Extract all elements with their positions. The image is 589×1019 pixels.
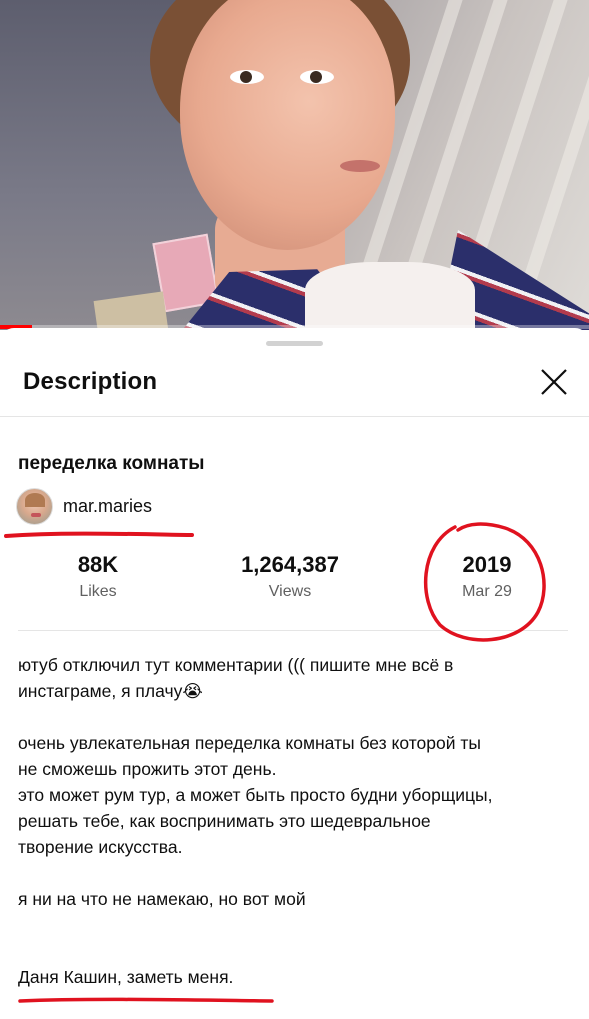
person-face (180, 0, 395, 250)
channel-link[interactable]: mar.maries (16, 488, 152, 525)
description-line: я ни на что не намекаю, но вот мой (18, 889, 306, 909)
description-line: инстаграме, я плачу😭 (18, 681, 203, 701)
description-line: очень увлекательная переделка комнаты бе… (18, 733, 481, 753)
close-button[interactable] (538, 366, 570, 398)
description-line (18, 912, 573, 938)
description-text: ютуб отключил тут комментарии ((( пишите… (18, 652, 573, 990)
description-line: Даня Кашин, заметь меня. (18, 967, 234, 987)
video-title: переделка комнаты (18, 453, 205, 474)
upload-date: Mar 29 (462, 583, 512, 600)
description-line: решать тебе, как воспринимать это шедевр… (18, 811, 431, 831)
description-line: это может рум тур, а может быть просто б… (18, 785, 493, 805)
sheet-title: Description (23, 368, 158, 395)
likes-count: 88K (77, 552, 119, 577)
channel-name[interactable]: mar.maries (63, 496, 152, 517)
description-line (18, 704, 573, 730)
stat-views: 1,264,387 Views (200, 550, 380, 601)
upload-year: 2019 (462, 552, 512, 577)
description-line: не сможешь прожить этот день. (18, 759, 277, 779)
description-line: творение искусства. (18, 837, 183, 857)
stat-likes: 88K Likes (8, 550, 188, 601)
avatar[interactable] (16, 488, 53, 525)
video-player[interactable] (0, 0, 589, 330)
views-count: 1,264,387 (241, 552, 339, 577)
description-line: ютуб отключил тут комментарии ((( пишите… (18, 655, 454, 675)
person-undershirt (305, 262, 475, 330)
close-icon (541, 369, 567, 395)
description-sheet: Description переделка комнаты mar.maries… (0, 328, 589, 1019)
likes-label: Likes (79, 583, 117, 600)
views-label: Views (268, 583, 312, 600)
person-lips (340, 160, 380, 172)
divider (18, 630, 568, 631)
description-line (18, 938, 573, 964)
description-line (18, 860, 573, 886)
stat-date: 2019 Mar 29 (397, 550, 577, 601)
video-stats: 88K Likes 1,264,387 Views 2019 Mar 29 (0, 550, 589, 620)
person-eye (300, 70, 334, 84)
divider (0, 416, 589, 417)
drag-handle[interactable] (266, 341, 323, 346)
person-eye (230, 70, 264, 84)
